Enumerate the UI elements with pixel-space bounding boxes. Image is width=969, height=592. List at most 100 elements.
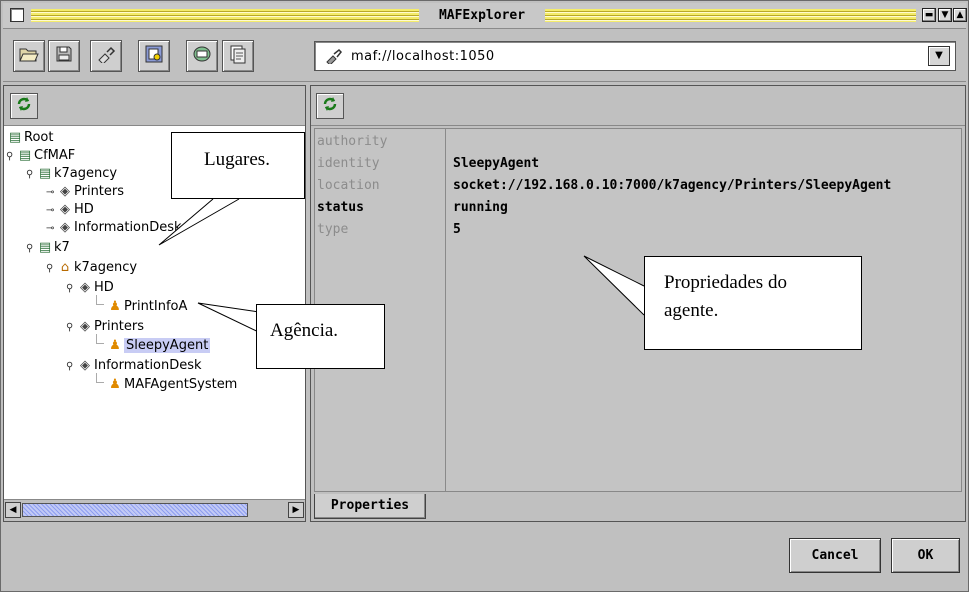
expanded-toggle-icon[interactable]: ⚲ bbox=[26, 240, 36, 258]
folder-icon: ▤ bbox=[38, 240, 52, 255]
tree-toolbar bbox=[4, 86, 305, 126]
folder-icon: ▤ bbox=[18, 148, 32, 163]
properties-icon bbox=[229, 44, 247, 68]
tree-node[interactable]: ⚲ ◈ HD bbox=[66, 279, 114, 297]
url-value[interactable]: maf://localhost:1050 bbox=[351, 49, 495, 64]
expanded-toggle-icon[interactable]: ⚲ bbox=[66, 319, 76, 337]
place-icon: ◈ bbox=[80, 280, 90, 295]
tree-node-label: k7agency bbox=[54, 166, 118, 181]
tree-connector bbox=[96, 295, 104, 305]
tree-node-label: Printers bbox=[94, 319, 145, 334]
properties-refresh-button[interactable] bbox=[316, 93, 344, 119]
window-menu-button[interactable] bbox=[10, 8, 24, 22]
properties-tab-bar: Properties bbox=[311, 494, 965, 521]
new-agent-button[interactable] bbox=[138, 40, 170, 72]
tab-properties[interactable]: Properties bbox=[314, 494, 426, 519]
tree-node[interactable]: ⊸ ◈ Printers bbox=[46, 183, 124, 201]
properties-toolbar bbox=[311, 86, 965, 126]
tree-node-selected[interactable]: ♟ SleepyAgent bbox=[106, 337, 211, 355]
save-button[interactable] bbox=[48, 40, 80, 72]
tree-node-label: HD bbox=[94, 280, 114, 295]
tree-node-label: MAFAgentSystem bbox=[124, 377, 238, 392]
cancel-button[interactable]: Cancel bbox=[789, 538, 881, 573]
minimize-button[interactable]: ▬ bbox=[922, 8, 936, 22]
property-key: identity bbox=[317, 156, 380, 171]
url-dropdown-button[interactable]: ▼ bbox=[928, 46, 950, 66]
tree-node[interactable]: ⚲ ▤ CfMAF bbox=[6, 147, 75, 165]
place-folder-icon bbox=[192, 45, 212, 67]
connect-plug-icon bbox=[96, 45, 116, 67]
scroll-right-arrow-icon[interactable]: ▶ bbox=[288, 502, 304, 518]
tree-node-label: Printers bbox=[74, 184, 125, 199]
agent-icon: ♟ bbox=[109, 377, 121, 392]
collapsed-toggle-icon[interactable]: ⊸ bbox=[46, 184, 56, 202]
refresh-icon bbox=[321, 95, 339, 117]
place-icon: ◈ bbox=[80, 319, 90, 334]
collapsed-toggle-icon[interactable]: ⊸ bbox=[46, 202, 56, 220]
column-divider bbox=[445, 129, 446, 491]
callout-text: Propriedades do bbox=[664, 272, 787, 293]
tree-node[interactable]: ⊸ ◈ InformationDesk bbox=[46, 219, 182, 237]
home-icon: ⌂ bbox=[60, 260, 70, 275]
properties-button[interactable] bbox=[222, 40, 254, 72]
collapsed-toggle-icon[interactable]: ⊸ bbox=[46, 220, 56, 238]
expanded-toggle-icon[interactable]: ⚲ bbox=[26, 166, 36, 184]
title-stripes-left bbox=[31, 9, 419, 22]
title-bar[interactable]: MAFExplorer ▬ ▼ ▲ bbox=[3, 3, 967, 29]
tree-node[interactable]: ⚲ ◈ Printers bbox=[66, 318, 144, 336]
ok-button[interactable]: OK bbox=[891, 538, 960, 573]
callout-text: agente. bbox=[664, 300, 719, 321]
properties-table: authority identity SleepyAgent location … bbox=[314, 128, 962, 492]
main-toolbar: maf://localhost:1050 ▼ bbox=[3, 30, 966, 82]
expanded-toggle-icon[interactable]: ⚲ bbox=[66, 358, 76, 376]
tree-node-label: Root bbox=[24, 130, 54, 145]
open-button[interactable] bbox=[13, 40, 45, 72]
tree-node-label: k7agency bbox=[74, 260, 138, 275]
new-document-icon bbox=[144, 44, 164, 68]
scroll-left-arrow-icon[interactable]: ◀ bbox=[5, 502, 21, 518]
maximize-button[interactable]: ▼ bbox=[938, 8, 952, 22]
tree-node-label: HD bbox=[74, 202, 94, 217]
property-key: type bbox=[317, 222, 349, 237]
tree-node-label: PrintInfoA bbox=[124, 299, 188, 314]
property-value: SleepyAgent bbox=[453, 156, 540, 171]
property-value: running bbox=[453, 200, 508, 215]
property-value: 5 bbox=[453, 222, 461, 237]
tree-node[interactable]: ⚲ ▤ k7agency bbox=[26, 165, 117, 183]
tree-node[interactable]: ♟ PrintInfoA bbox=[106, 298, 187, 316]
expanded-toggle-icon[interactable]: ⚲ bbox=[66, 280, 76, 298]
expanded-toggle-icon[interactable]: ⚲ bbox=[6, 148, 16, 166]
callout-propriedades: Propriedades do agente. bbox=[644, 256, 862, 350]
refresh-icon bbox=[15, 95, 33, 117]
callout-agencia: Agência. bbox=[256, 304, 385, 369]
open-folder-icon bbox=[19, 45, 39, 67]
tree-node[interactable]: ⚲ ▤ k7 bbox=[26, 239, 70, 257]
folder-icon: ▤ bbox=[38, 166, 52, 181]
tree-node[interactable]: ⚲ ⌂ k7agency bbox=[46, 259, 137, 277]
properties-pane: authority identity SleepyAgent location … bbox=[310, 85, 966, 522]
tree-connector bbox=[96, 334, 104, 344]
tree-node[interactable]: ▤ Root bbox=[6, 129, 54, 147]
tree-node-label: InformationDesk bbox=[94, 358, 202, 373]
folder-icon: ▤ bbox=[8, 130, 22, 145]
place-icon: ◈ bbox=[60, 220, 70, 235]
shade-button[interactable]: ▲ bbox=[953, 8, 967, 22]
tree-node[interactable]: ⚲ ◈ InformationDesk bbox=[66, 357, 202, 375]
expanded-toggle-icon[interactable]: ⚲ bbox=[46, 260, 56, 278]
place-icon: ◈ bbox=[80, 358, 90, 373]
agent-icon: ♟ bbox=[109, 338, 121, 353]
property-value: socket://192.168.0.10:7000/k7agency/Prin… bbox=[453, 178, 892, 193]
connect-button[interactable] bbox=[90, 40, 122, 72]
property-key: authority bbox=[317, 134, 388, 149]
scrollbar-thumb[interactable] bbox=[22, 503, 248, 517]
connection-plug-icon bbox=[325, 48, 343, 68]
property-key: location bbox=[317, 178, 380, 193]
tree-horizontal-scrollbar[interactable]: ◀ ▶ bbox=[4, 499, 305, 521]
tree-node-label: CfMAF bbox=[34, 148, 76, 163]
tree-node[interactable]: ⊸ ◈ HD bbox=[46, 201, 94, 219]
tree-node[interactable]: ♟ MAFAgentSystem bbox=[106, 376, 237, 394]
url-combobox[interactable]: maf://localhost:1050 ▼ bbox=[314, 41, 956, 71]
chevron-down-icon: ▼ bbox=[935, 50, 943, 61]
tree-refresh-button[interactable] bbox=[10, 93, 38, 119]
place-button[interactable] bbox=[186, 40, 218, 72]
